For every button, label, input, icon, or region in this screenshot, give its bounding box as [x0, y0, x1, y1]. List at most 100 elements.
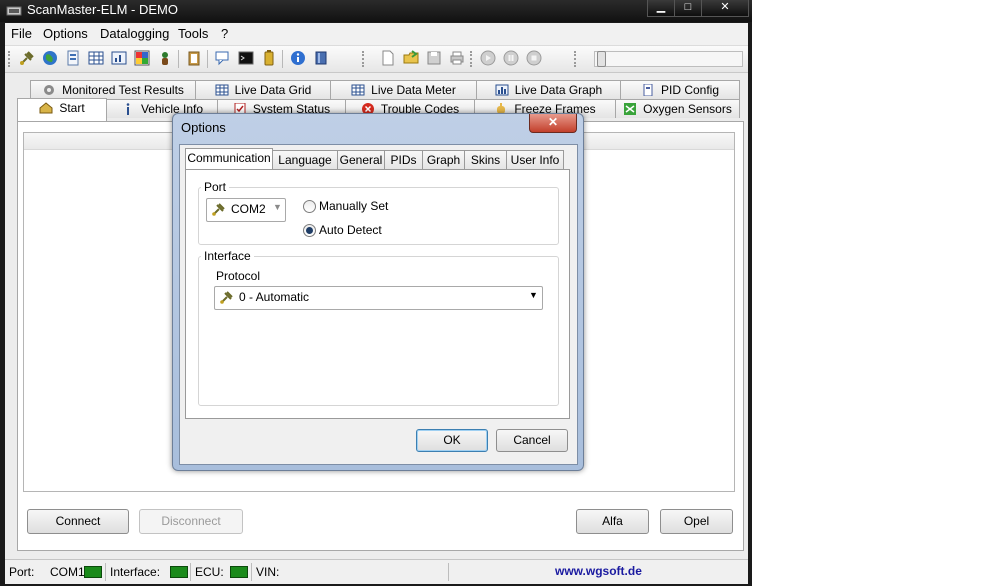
tab-label: Live Data Graph	[514, 83, 603, 97]
dialog-close-button[interactable]: ✕	[529, 114, 577, 133]
tab-start[interactable]: Start	[17, 98, 107, 122]
slider-thumb[interactable]	[597, 51, 606, 67]
auto-detect-radio[interactable]	[303, 224, 316, 237]
open-folder-icon[interactable]	[403, 50, 419, 66]
port-select-value: COM2	[231, 202, 266, 216]
opel-button[interactable]: Opel	[660, 509, 733, 534]
auto-detect-label: Auto Detect	[319, 223, 382, 237]
port-group-label: Port	[201, 180, 230, 194]
save-icon[interactable]	[426, 50, 442, 66]
graph-icon[interactable]	[134, 50, 150, 66]
playback-slider[interactable]	[594, 51, 743, 67]
gear-icon	[44, 85, 55, 95]
close-button[interactable]: ✕	[701, 0, 749, 17]
info-icon	[126, 103, 130, 115]
maximize-button[interactable]: □	[674, 0, 702, 17]
toolbar-separator	[282, 50, 283, 68]
toolbar-grip[interactable]	[470, 51, 475, 67]
document-icon[interactable]	[65, 50, 81, 66]
plug-icon	[212, 203, 225, 216]
menu-tools[interactable]: Tools	[178, 26, 208, 41]
book-icon[interactable]	[313, 50, 329, 66]
tab-label: Start	[59, 101, 85, 115]
port-select[interactable]: COM2 ▼	[206, 198, 286, 222]
tab-graph[interactable]: Graph	[422, 150, 465, 170]
plug-icon	[220, 291, 233, 304]
tab-oxygen-sensors[interactable]: Oxygen Sensors	[615, 99, 740, 118]
terminal-icon[interactable]	[238, 50, 254, 66]
dialog-client: Communication Language General PIDs Grap…	[179, 144, 578, 465]
protocol-select[interactable]: 0 - Automatic ▼	[214, 286, 543, 310]
tab-pid-config[interactable]: PID Config	[620, 80, 740, 99]
toolbar-separator	[178, 50, 179, 68]
port-status-led	[84, 566, 102, 578]
tab-label: PID Config	[660, 83, 720, 97]
tab-monitored-test-results[interactable]: Monitored Test Results	[30, 80, 196, 99]
tab-live-data-graph[interactable]: Live Data Graph	[476, 80, 621, 99]
tab-user-info[interactable]: User Info	[506, 150, 564, 170]
toolbar-grip[interactable]	[8, 51, 13, 67]
connect-button[interactable]: Connect	[27, 509, 129, 534]
tab-pids[interactable]: PIDs	[384, 150, 423, 170]
tab-general[interactable]: General	[337, 150, 385, 170]
toolbar-grip[interactable]	[574, 51, 579, 67]
connect-plug-icon[interactable]	[19, 50, 35, 66]
grid-icon[interactable]	[88, 50, 104, 66]
meter-grid-icon	[351, 84, 365, 96]
alfa-button[interactable]: Alfa	[576, 509, 649, 534]
menu-datalogging[interactable]: Datalogging	[100, 26, 169, 41]
ecu-label: ECU:	[195, 565, 224, 579]
tab-live-data-grid[interactable]: Live Data Grid	[195, 80, 331, 99]
play-icon[interactable]	[480, 50, 496, 66]
protocol-label: Protocol	[216, 269, 261, 283]
app-icon	[6, 6, 22, 16]
interface-group-label: Interface	[201, 249, 254, 263]
port-value: COM1	[50, 565, 85, 579]
globe-icon[interactable]	[42, 50, 58, 66]
config-document-icon	[643, 84, 653, 96]
status-separator	[190, 563, 191, 581]
print-icon[interactable]	[449, 50, 465, 66]
meter-icon[interactable]	[111, 50, 127, 66]
chevron-down-icon: ▼	[529, 290, 538, 300]
tab-skins[interactable]: Skins	[464, 150, 507, 170]
tab-language[interactable]: Language	[272, 150, 338, 170]
menu-file[interactable]: File	[11, 26, 32, 41]
tab-label: Live Data Meter	[371, 83, 456, 97]
new-file-icon[interactable]	[380, 50, 396, 66]
manually-set-radio[interactable]	[303, 200, 316, 213]
tab-label: Oxygen Sensors	[643, 102, 732, 116]
tab-communication[interactable]: Communication	[185, 148, 273, 170]
toolbar-grip[interactable]	[362, 51, 367, 67]
ecu-status-led	[230, 566, 248, 578]
menu-help[interactable]: ?	[221, 26, 228, 41]
communication-panel: Port COM2 ▼ Manually Set Auto Detect Int…	[185, 169, 570, 419]
sensor-icon	[624, 103, 637, 115]
port-label: Port:	[9, 565, 35, 579]
minimize-button[interactable]: ▁	[647, 0, 675, 17]
website-link[interactable]: www.wgsoft.de	[555, 564, 642, 578]
ok-button[interactable]: OK	[416, 429, 488, 452]
window-title: ScanMaster-ELM - DEMO	[27, 2, 178, 17]
pause-icon[interactable]	[503, 50, 519, 66]
stop-icon[interactable]	[526, 50, 542, 66]
interface-status-led	[170, 566, 188, 578]
user-icon[interactable]	[157, 50, 173, 66]
battery-icon[interactable]	[261, 50, 277, 66]
cancel-button[interactable]: Cancel	[496, 429, 568, 452]
clipboard-icon[interactable]	[186, 50, 202, 66]
bar-chart-icon	[495, 84, 509, 96]
tab-live-data-meter[interactable]: Live Data Meter	[330, 80, 477, 99]
dialog-title: Options	[181, 120, 226, 135]
disconnect-button[interactable]: Disconnect	[139, 509, 243, 534]
status-separator	[251, 563, 252, 581]
toolbar	[5, 46, 748, 73]
tab-label: Monitored Test Results	[62, 83, 184, 97]
chat-icon[interactable]	[215, 50, 231, 66]
manually-set-label: Manually Set	[319, 199, 389, 213]
menu-options[interactable]: Options	[43, 26, 88, 41]
info-icon[interactable]	[290, 50, 306, 66]
chevron-down-icon: ▼	[273, 202, 282, 212]
status-bar: Port: COM1 Interface: ECU: VIN: www.wgso…	[5, 559, 748, 584]
vin-label: VIN:	[256, 565, 280, 579]
